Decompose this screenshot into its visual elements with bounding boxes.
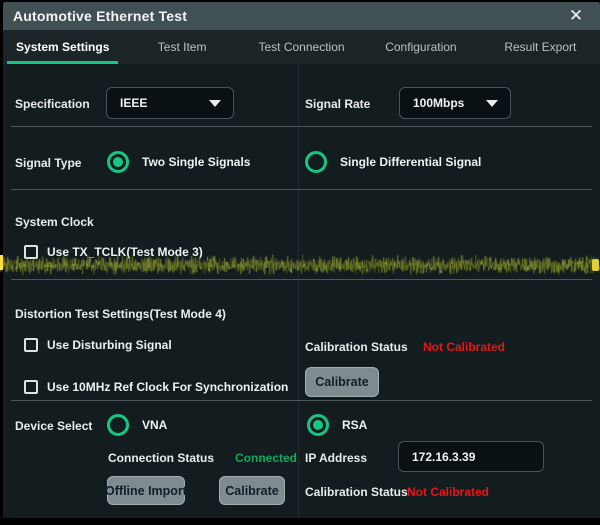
specification-value: IEEE bbox=[107, 96, 209, 110]
calibration-status-value: Not Calibrated bbox=[423, 340, 505, 354]
calibration-status-label: Calibration Status bbox=[305, 340, 408, 354]
connection-status-label: Connection Status bbox=[108, 451, 214, 465]
chevron-down-icon bbox=[486, 100, 498, 107]
ip-address-input[interactable] bbox=[398, 441, 544, 472]
checkbox-use-disturbing-signal[interactable]: Use Disturbing Signal bbox=[24, 338, 172, 352]
trigger-marker-right bbox=[592, 259, 599, 271]
graticule-line bbox=[298, 64, 299, 518]
section-divider bbox=[11, 126, 592, 127]
section-divider bbox=[11, 189, 592, 190]
radio-label: VNA bbox=[142, 418, 167, 432]
checkbox-label: Use 10MHz Ref Clock For Synchronization bbox=[47, 380, 288, 394]
frame-edge bbox=[0, 0, 600, 2]
checkbox-use-10mhz-ref-clock[interactable]: Use 10MHz Ref Clock For Synchronization bbox=[24, 380, 288, 394]
calibration-status-value: Not Calibrated bbox=[407, 485, 489, 499]
dialog-body: Specification IEEE Signal Rate 100Mbps S… bbox=[3, 64, 600, 518]
signal-rate-label: Signal Rate bbox=[305, 97, 370, 111]
radio-label: Single Differential Signal bbox=[340, 155, 481, 169]
device-select-label: Device Select bbox=[15, 419, 92, 433]
trigger-marker-left bbox=[0, 255, 3, 270]
tab-bar: System Settings Test Item Test Connectio… bbox=[3, 30, 600, 64]
radio-label: RSA bbox=[342, 418, 367, 432]
title-bar: Automotive Ethernet Test ✕ bbox=[3, 2, 600, 30]
radio-icon bbox=[107, 414, 129, 436]
radio-rsa[interactable]: RSA bbox=[307, 414, 367, 436]
chevron-down-icon bbox=[209, 100, 221, 107]
radio-two-single-signals[interactable]: Two Single Signals bbox=[107, 151, 250, 173]
radio-vna[interactable]: VNA bbox=[107, 414, 167, 436]
section-divider bbox=[11, 400, 592, 401]
specification-dropdown[interactable]: IEEE bbox=[106, 87, 234, 119]
tab-test-connection[interactable]: Test Connection bbox=[242, 30, 361, 64]
frame-edge bbox=[0, 518, 600, 525]
checkbox-icon bbox=[24, 380, 38, 394]
signal-type-label: Signal Type bbox=[15, 156, 81, 170]
offline-import-button[interactable]: Offline Import bbox=[107, 476, 185, 505]
calibrate-button[interactable]: Calibrate bbox=[219, 476, 285, 505]
calibration-status-label: Calibration Status bbox=[305, 485, 408, 499]
connection-status-value: Connected bbox=[235, 451, 297, 465]
screen: Automotive Ethernet Test ✕ System Settin… bbox=[0, 0, 600, 525]
radio-icon bbox=[307, 414, 329, 436]
dialog-title: Automotive Ethernet Test bbox=[3, 8, 187, 24]
radio-icon bbox=[305, 151, 327, 173]
radio-icon bbox=[107, 151, 129, 173]
section-divider bbox=[11, 279, 592, 280]
checkbox-label: Use Disturbing Signal bbox=[47, 338, 172, 352]
radio-label: Two Single Signals bbox=[142, 155, 250, 169]
signal-rate-value: 100Mbps bbox=[400, 96, 486, 110]
distortion-settings-title: Distortion Test Settings(Test Mode 4) bbox=[15, 307, 226, 321]
ip-address-label: IP Address bbox=[305, 451, 367, 465]
specification-label: Specification bbox=[15, 97, 90, 111]
calibrate-button[interactable]: Calibrate bbox=[305, 367, 379, 397]
tab-system-settings[interactable]: System Settings bbox=[3, 30, 122, 64]
radio-single-differential-signal[interactable]: Single Differential Signal bbox=[305, 151, 481, 173]
tab-test-item[interactable]: Test Item bbox=[122, 30, 241, 64]
system-clock-title: System Clock bbox=[15, 215, 94, 229]
tab-configuration[interactable]: Configuration bbox=[361, 30, 480, 64]
tab-result-export[interactable]: Result Export bbox=[481, 30, 600, 64]
signal-rate-dropdown[interactable]: 100Mbps bbox=[399, 87, 511, 119]
background-waveform bbox=[0, 254, 600, 276]
close-icon[interactable]: ✕ bbox=[562, 2, 590, 30]
checkbox-icon bbox=[24, 338, 38, 352]
